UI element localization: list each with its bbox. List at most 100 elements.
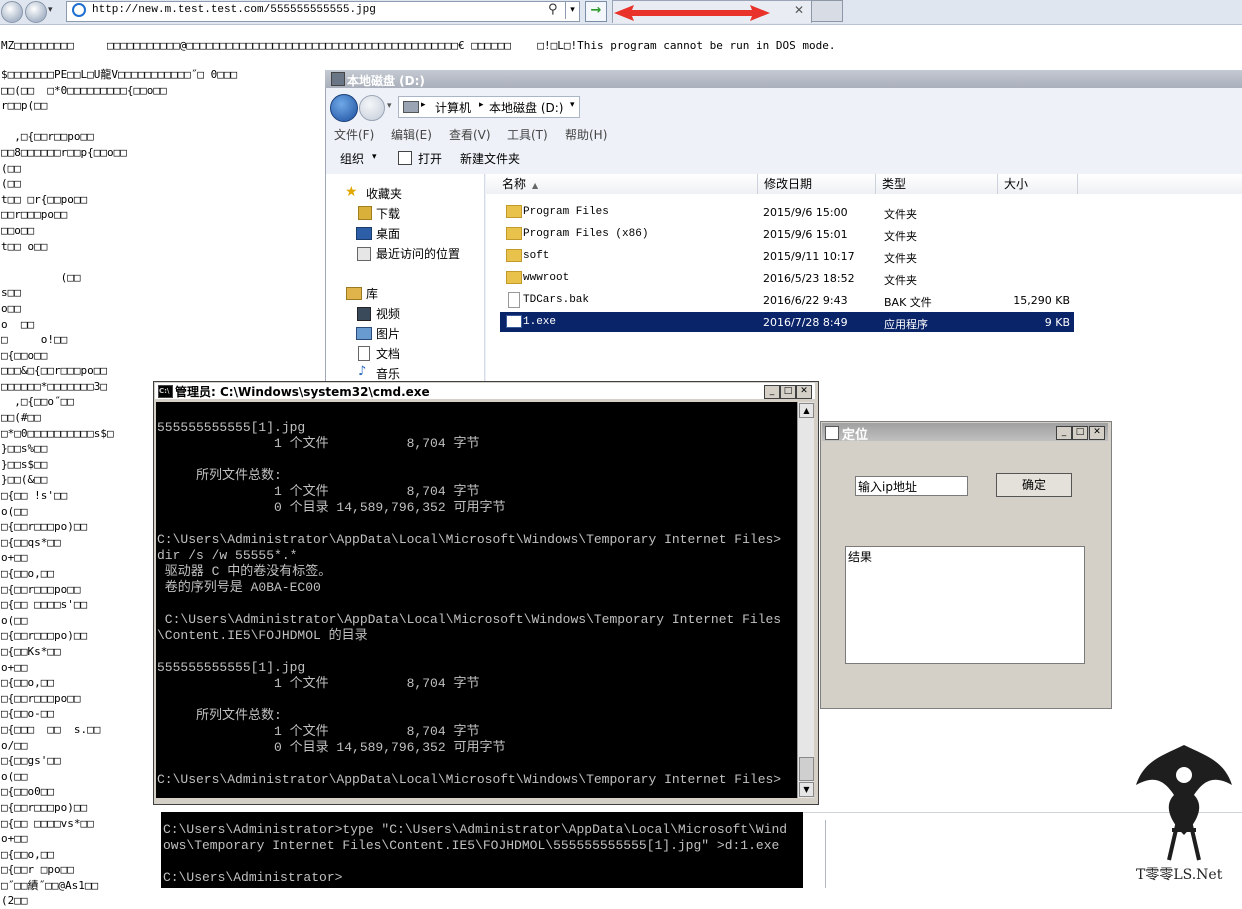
locate-minimize-button[interactable]: _ [1056, 426, 1072, 440]
nav-music[interactable]: 音乐 [376, 365, 400, 382]
cmd-line: dir /s /w 55555*.* [157, 548, 298, 563]
file-row[interactable]: soft 2015/9/11 10:17 文件夹 [500, 246, 1074, 266]
ie-page-icon [72, 3, 86, 17]
back-button[interactable] [1, 1, 23, 23]
cmd-line [163, 854, 787, 870]
raw-line: t□□ o□□ [1, 239, 48, 253]
cmd-line [157, 452, 781, 468]
nav-recent-places[interactable]: 最近访问的位置 [376, 245, 460, 262]
cmd-line: 1 个文件 8,704 字节 [157, 484, 480, 499]
file-row[interactable]: wwwroot 2016/5/23 18:52 文件夹 [500, 268, 1074, 288]
raw-line: (□□ [1, 177, 21, 191]
history-dropdown-icon[interactable]: ▾ [48, 5, 53, 15]
file-type: 文件夹 [884, 274, 917, 287]
go-button[interactable]: → [585, 1, 607, 22]
raw-line [1, 114, 237, 130]
column-size[interactable]: 大小 [998, 174, 1078, 194]
confirm-button[interactable]: 确定 [996, 473, 1072, 497]
cmd-line: C:\Users\Administrator> [163, 870, 343, 885]
breadcrumb-bar[interactable]: ▸ 计算机 ▸ 本地磁盘 (D:) ▾ [398, 96, 580, 118]
raw-line: o □□ [1, 317, 35, 331]
explorer-forward-button[interactable] [359, 95, 385, 121]
organize-dropdown-icon[interactable]: ▾ [372, 152, 377, 162]
column-filler [1078, 174, 1242, 194]
raw-line: (□□ [1, 270, 81, 284]
file-row[interactable]: Program Files (x86) 2015/9/6 15:01 文件夹 [500, 224, 1074, 244]
raw-line: □□□&□{□□r□□□po□□ [1, 364, 107, 378]
column-name[interactable]: 名称 ▲ [486, 174, 758, 194]
cmd-titlebar: C:\ 管理员: C:\Windows\system32\cmd.exe [155, 383, 815, 399]
search-icon[interactable]: ⚲ [548, 2, 558, 17]
cmd-maximize-button[interactable]: □ [780, 385, 796, 399]
nav-favorites[interactable]: 收藏夹 [366, 185, 402, 202]
cmd-minimize-button[interactable]: _ [764, 385, 780, 399]
column-type[interactable]: 类型 [876, 174, 998, 194]
cmd-line [157, 596, 781, 612]
breadcrumb-drive[interactable]: 本地磁盘 (D:) [489, 99, 563, 116]
file-row[interactable]: 1.exe 2016/7/28 8:49 应用程序 9 KB [500, 312, 1074, 332]
cmd-title: 管理员: C:\Windows\system32\cmd.exe [175, 385, 430, 399]
file-row[interactable]: TDCars.bak 2016/6/22 9:43 BAK 文件 15,290 KB [500, 290, 1074, 310]
raw-line: s□□ [1, 286, 21, 300]
raw-line: □□r□□□po□□ [1, 208, 68, 222]
recent-places-icon [357, 247, 371, 261]
red-annotation-arrow [614, 5, 770, 21]
file-date: 2016/5/23 18:52 [763, 272, 855, 285]
cmd-scrollbar[interactable]: ▲ ▼ [797, 402, 814, 798]
file-name: Program Files (x86) [523, 228, 649, 240]
drive-icon [331, 72, 345, 86]
new-folder-button[interactable]: 新建文件夹 [460, 150, 520, 167]
menu-view[interactable]: 查看(V) [449, 126, 491, 143]
breadcrumb-dropdown-icon[interactable]: ▾ [570, 100, 575, 110]
nav-pictures[interactable]: 图片 [376, 325, 400, 342]
cmd-line: ows\Temporary Internet Files\Content.IE5… [163, 838, 780, 853]
address-dropdown-button[interactable]: ▾ [565, 1, 579, 19]
menu-edit[interactable]: 编辑(E) [391, 126, 432, 143]
cmd-line: 所列文件总数: [157, 468, 282, 483]
menu-file[interactable]: 文件(F) [334, 126, 374, 143]
cmd-line: 1 个文件 8,704 字节 [157, 724, 480, 739]
open-button[interactable]: 打开 [418, 150, 442, 167]
raw-line: (□□ [1, 161, 21, 175]
file-date: 2015/9/6 15:00 [763, 206, 848, 219]
tab-close-icon[interactable]: ✕ [794, 3, 804, 17]
locate-maximize-button[interactable]: □ [1072, 426, 1088, 440]
nav-desktop[interactable]: 桌面 [376, 225, 400, 242]
column-date[interactable]: 修改日期 [758, 174, 876, 194]
explorer-back-button[interactable] [330, 94, 358, 122]
sort-ascending-icon: ▲ [532, 181, 539, 190]
menu-help[interactable]: 帮助(H) [565, 126, 607, 143]
nav-downloads[interactable]: 下载 [376, 205, 400, 222]
file-name: 1.exe [523, 316, 557, 328]
cmd-line: 0 个目录 14,589,796,352 可用字节 [157, 740, 506, 755]
new-tab-button[interactable] [811, 0, 843, 22]
cmd-line [157, 756, 781, 772]
ip-input[interactable]: 输入ip地址 [855, 476, 968, 496]
locate-close-button[interactable]: ✕ [1089, 426, 1105, 440]
breadcrumb-computer[interactable]: 计算机 [435, 99, 471, 116]
organize-button[interactable]: 组织 [340, 150, 364, 167]
nav-libraries[interactable]: 库 [366, 285, 378, 302]
file-row[interactable]: Program Files 2015/9/6 15:00 文件夹 [500, 202, 1074, 222]
nav-videos[interactable]: 视频 [376, 305, 400, 322]
address-text[interactable]: http://new.m.test.test.com/555555555555.… [92, 4, 376, 16]
cmd-close-button[interactable]: ✕ [796, 385, 812, 399]
explorer-title: 本地磁盘 (D:) [347, 74, 425, 88]
raw-line: $□□□□□□□PE□□L□U龍V□□□□□□□□□□□˝□ 0□□□ [1, 68, 238, 81]
result-textbox[interactable]: 结果 [845, 546, 1085, 664]
forward-button[interactable] [25, 1, 47, 23]
cmd-line: 卷的序列号是 A0BA-EC00 [157, 580, 321, 595]
open-icon [398, 151, 412, 165]
computer-icon [403, 101, 419, 113]
cmd-console-secondary[interactable]: C:\Users\Administrator>type "C:\Users\Ad… [161, 812, 803, 888]
file-date: 2015/9/6 15:01 [763, 228, 848, 241]
scroll-down-button[interactable]: ▼ [799, 782, 814, 797]
cmd-console[interactable]: 555555555555[1].jpg 1 个文件 8,704 字节 所列文件总… [156, 402, 797, 798]
scroll-thumb[interactable] [799, 757, 814, 781]
menu-tools[interactable]: 工具(T) [507, 126, 548, 143]
nav-documents[interactable]: 文档 [376, 345, 400, 362]
tribal-dragon-logo [1136, 745, 1232, 861]
recent-pages-icon[interactable]: ▾ [387, 101, 392, 111]
explorer-titlebar: 本地磁盘 (D:) [325, 70, 1242, 88]
scroll-up-button[interactable]: ▲ [799, 403, 814, 418]
